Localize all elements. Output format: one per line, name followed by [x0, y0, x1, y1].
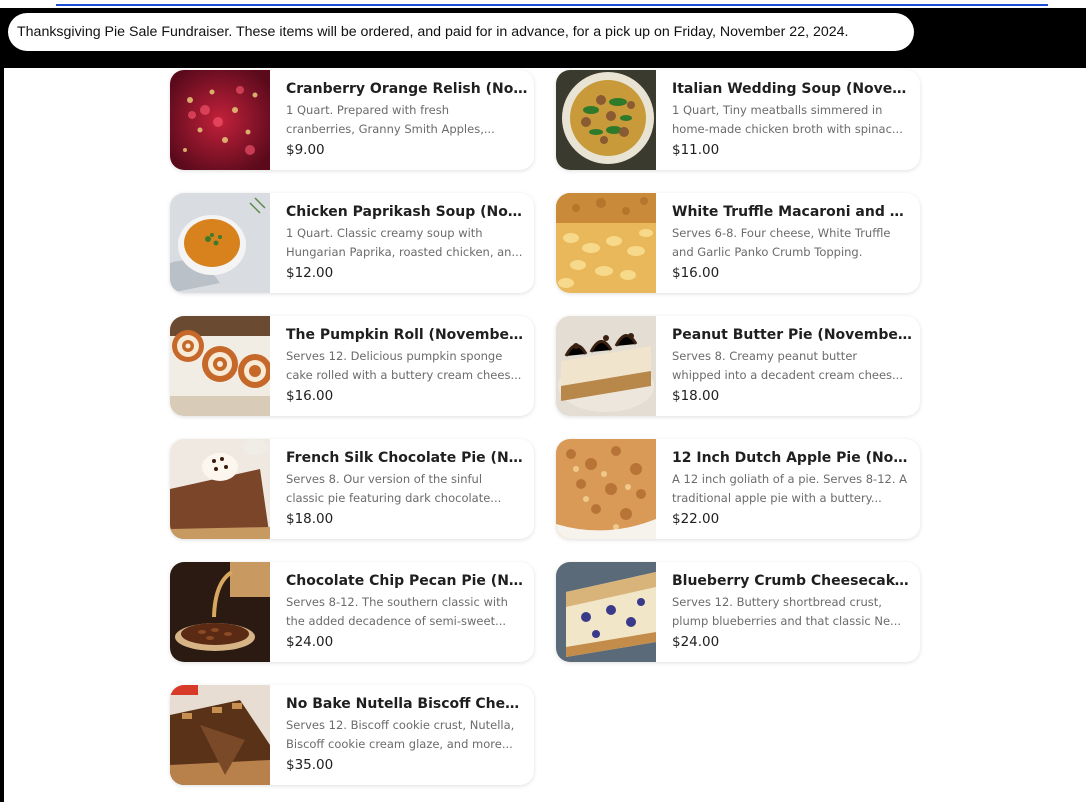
link-underline — [56, 4, 1048, 6]
desc-line: Serves 8-12. The southern classic with — [286, 595, 508, 609]
product-description: Serves 12. Buttery shortbread crust, plu… — [672, 593, 914, 631]
product-description: Serves 8-12. The southern classic with t… — [286, 593, 528, 631]
truffle-mac-photo — [556, 193, 656, 293]
product-card[interactable]: Chocolate Chip Pecan Pie (Nov... Serves … — [170, 562, 534, 662]
product-title[interactable]: Cranberry Orange Relish (Nov... — [286, 80, 528, 98]
desc-line: Serves 12. Biscoff cookie crust, Nutella… — [286, 718, 515, 732]
product-description: Serves 12. Biscoff cookie crust, Nutella… — [286, 716, 528, 754]
product-description: 1 Quart, Tiny meatballs simmered in home… — [672, 101, 914, 139]
desc-line: cake rolled with a buttery cream chees..… — [286, 368, 522, 382]
product-price: $9.00 — [286, 142, 325, 158]
desc-line: cranberries, Granny Smith Apples,... — [286, 122, 495, 136]
desc-line: whipped into a decadent cream chees... — [672, 368, 903, 382]
product-price: $16.00 — [286, 388, 334, 404]
product-price: $16.00 — [672, 265, 720, 281]
product-title[interactable]: White Truffle Macaroni and Ch... — [672, 203, 914, 221]
product-card[interactable]: Blueberry Crumb Cheesecake ... Serves 12… — [556, 562, 920, 662]
desc-line: and Garlic Panko Crumb Topping. — [672, 245, 863, 259]
product-description: Serves 8. Our version of the sinful clas… — [286, 470, 528, 508]
product-description: 1 Quart. Prepared with fresh cranberries… — [286, 101, 528, 139]
product-price: $18.00 — [672, 388, 720, 404]
desc-line: 1 Quart. Classic creamy soup with — [286, 226, 483, 240]
desc-line: Serves 8. Our version of the sinful — [286, 472, 483, 486]
product-description: A 12 inch goliath of a pie. Serves 8-12.… — [672, 470, 914, 508]
product-price: $11.00 — [672, 142, 720, 158]
product-price: $24.00 — [672, 634, 720, 650]
product-card[interactable]: 12 Inch Dutch Apple Pie (Nove... A 12 in… — [556, 439, 920, 539]
announcement-text: Thanksgiving Pie Sale Fundraiser. These … — [8, 13, 914, 51]
product-price: $18.00 — [286, 511, 334, 527]
product-title[interactable]: 12 Inch Dutch Apple Pie (Nove... — [672, 449, 914, 467]
pumpkin-roll-photo — [170, 316, 270, 416]
desc-line: home-made chicken broth with spinac... — [672, 122, 903, 136]
desc-line: Serves 8. Creamy peanut butter — [672, 349, 858, 363]
product-card[interactable]: White Truffle Macaroni and Ch... Serves … — [556, 193, 920, 293]
product-price: $12.00 — [286, 265, 334, 281]
product-card[interactable]: Cranberry Orange Relish (Nov... 1 Quart.… — [170, 70, 534, 170]
desc-line: plump blueberries and that classic Ne... — [672, 614, 902, 628]
desc-line: the added decadence of semi-sweet... — [286, 614, 507, 628]
desc-line: Serves 12. Buttery shortbread crust, — [672, 595, 882, 609]
desc-line: Hungarian Paprika, roasted chicken, an..… — [286, 245, 523, 259]
peanut-butter-pie-photo — [556, 316, 656, 416]
top-link-strip[interactable] — [0, 0, 1086, 8]
desc-line: classic pie featuring dark chocolate... — [286, 491, 502, 505]
pecan-pie-photo — [170, 562, 270, 662]
product-description: 1 Quart. Classic creamy soup with Hungar… — [286, 224, 528, 262]
product-title[interactable]: No Bake Nutella Biscoff Chees... — [286, 695, 528, 713]
product-title[interactable]: The Pumpkin Roll (November ... — [286, 326, 528, 344]
product-card[interactable]: The Pumpkin Roll (November ... Serves 12… — [170, 316, 534, 416]
desc-line: 1 Quart. Prepared with fresh — [286, 103, 449, 117]
announcement-bar: Thanksgiving Pie Sale Fundraiser. These … — [4, 8, 1086, 68]
product-price: $24.00 — [286, 634, 334, 650]
french-silk-pie-photo — [170, 439, 270, 539]
product-price: $22.00 — [672, 511, 720, 527]
product-title[interactable]: Peanut Butter Pie (November ... — [672, 326, 914, 344]
product-description: Serves 8. Creamy peanut butter whipped i… — [672, 347, 914, 385]
desc-line: 1 Quart, Tiny meatballs simmered in — [672, 103, 883, 117]
product-title[interactable]: Italian Wedding Soup (Novem... — [672, 80, 914, 98]
desc-line: Serves 6-8. Four cheese, White Truffle — [672, 226, 891, 240]
blueberry-cheesecake-photo — [556, 562, 656, 662]
product-card[interactable]: Italian Wedding Soup (Novem... 1 Quart, … — [556, 70, 920, 170]
product-description: Serves 12. Delicious pumpkin sponge cake… — [286, 347, 528, 385]
dutch-apple-pie-photo — [556, 439, 656, 539]
left-border — [0, 8, 4, 802]
product-price: $35.00 — [286, 757, 334, 773]
product-card[interactable]: Peanut Butter Pie (November ... Serves 8… — [556, 316, 920, 416]
desc-line: traditional apple pie with a buttery... — [672, 491, 882, 505]
desc-line: A 12 inch goliath of a pie. Serves 8-12.… — [672, 472, 908, 486]
paprikash-soup-photo — [170, 193, 270, 293]
product-card[interactable]: Chicken Paprikash Soup (Nove... 1 Quart.… — [170, 193, 534, 293]
desc-line: Biscoff cookie cream glaze, and more... — [286, 737, 513, 751]
cranberry-relish-photo — [170, 70, 270, 170]
desc-line: Serves 12. Delicious pumpkin sponge — [286, 349, 503, 363]
product-card[interactable]: French Silk Chocolate Pie (Nov... Serves… — [170, 439, 534, 539]
product-title[interactable]: Blueberry Crumb Cheesecake ... — [672, 572, 914, 590]
product-title[interactable]: French Silk Chocolate Pie (Nov... — [286, 449, 528, 467]
product-card[interactable]: No Bake Nutella Biscoff Chees... Serves … — [170, 685, 534, 785]
product-title[interactable]: Chicken Paprikash Soup (Nove... — [286, 203, 528, 221]
nutella-biscoff-photo — [170, 685, 270, 785]
product-title[interactable]: Chocolate Chip Pecan Pie (Nov... — [286, 572, 528, 590]
wedding-soup-photo — [556, 70, 656, 170]
product-description: Serves 6-8. Four cheese, White Truffle a… — [672, 224, 914, 262]
